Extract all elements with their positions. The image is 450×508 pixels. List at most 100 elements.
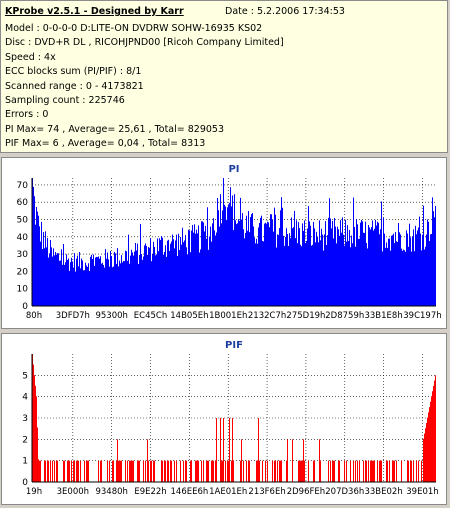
data-bar <box>404 250 405 306</box>
data-bar <box>199 252 200 306</box>
x-tick-label: 2D96FEh <box>287 487 325 497</box>
data-bar <box>317 236 318 306</box>
data-bar <box>47 238 48 306</box>
data-bar <box>416 460 417 482</box>
data-bar <box>312 244 313 306</box>
data-bar <box>157 238 158 306</box>
data-bar <box>226 219 227 306</box>
data-bar <box>240 460 241 482</box>
chart-title: PI <box>228 164 239 175</box>
pif-chart: PIF01234519h 3E000h 93480h E9E22h 146EE6h 1AE… <box>22 340 438 497</box>
data-bar <box>347 225 348 306</box>
data-bar <box>403 249 404 306</box>
data-bar <box>69 270 70 306</box>
data-bar <box>143 460 144 482</box>
data-bar <box>64 264 65 306</box>
x-tick-label: 33B1E8h <box>364 311 402 321</box>
data-bar <box>234 194 235 306</box>
data-bar <box>123 260 124 306</box>
data-bar <box>427 417 428 482</box>
data-bar <box>196 460 197 482</box>
data-bar <box>230 187 231 306</box>
data-bar <box>383 217 384 306</box>
x-tick-label: 93480h <box>95 487 127 497</box>
x-tick-label: 33BE02h <box>364 487 402 497</box>
data-bar <box>176 460 177 482</box>
data-bar <box>57 253 58 306</box>
data-bar <box>435 375 436 482</box>
data-bar <box>319 439 320 482</box>
data-bar <box>281 460 282 482</box>
data-bar <box>294 210 295 306</box>
data-bar <box>112 267 113 306</box>
data-bar <box>167 460 168 482</box>
data-bar <box>35 224 36 306</box>
data-bar <box>116 460 117 482</box>
data-bar <box>406 230 407 306</box>
data-bar <box>425 428 426 482</box>
data-bar <box>110 250 111 306</box>
data-bar <box>303 230 304 306</box>
data-bar <box>147 439 148 482</box>
data-bar <box>257 460 258 482</box>
data-bar <box>351 235 352 306</box>
data-bar <box>246 215 247 306</box>
data-bar <box>374 228 375 306</box>
data-bar <box>96 256 97 306</box>
data-bar <box>171 460 172 482</box>
data-bar <box>415 225 416 306</box>
data-bar <box>235 220 236 306</box>
data-bar <box>141 254 142 306</box>
data-bar <box>259 222 260 306</box>
data-bar <box>201 460 202 482</box>
y-tick-label: 3 <box>22 414 28 424</box>
data-bar <box>254 237 255 306</box>
data-bar <box>272 460 273 482</box>
data-bar <box>275 214 276 306</box>
data-bar <box>290 238 291 306</box>
data-bar <box>150 460 151 482</box>
data-bar <box>233 229 234 306</box>
data-bar <box>316 231 317 306</box>
data-bar <box>284 245 285 306</box>
y-tick-label: 4 <box>22 393 28 403</box>
data-bar <box>236 224 237 306</box>
data-bar <box>104 267 105 306</box>
data-bar <box>229 418 230 482</box>
data-bar <box>170 243 171 306</box>
data-bar <box>379 460 380 482</box>
data-bar <box>369 227 370 306</box>
data-bar <box>189 230 190 306</box>
data-bar <box>202 221 203 306</box>
data-bar <box>137 460 138 482</box>
data-bar <box>100 460 101 482</box>
data-bar <box>411 460 412 482</box>
data-bar <box>374 460 375 482</box>
data-bar <box>265 460 266 482</box>
data-bar <box>127 260 128 306</box>
data-bar <box>41 221 42 306</box>
data-bar <box>66 254 67 306</box>
data-bar <box>244 238 245 306</box>
data-bar <box>161 460 162 482</box>
data-bar <box>228 460 229 482</box>
data-bar <box>219 226 220 306</box>
data-bar <box>371 227 372 306</box>
x-tick-label: 213F6Eh <box>248 487 285 497</box>
data-bar <box>153 241 154 306</box>
data-bar <box>242 213 243 306</box>
data-bar <box>429 407 430 482</box>
data-bar <box>119 260 120 306</box>
data-bar <box>109 266 110 306</box>
data-bar <box>247 230 248 306</box>
data-bar <box>408 246 409 306</box>
data-bar <box>152 253 153 306</box>
data-bar <box>140 224 141 306</box>
data-bar <box>228 204 229 306</box>
data-bar <box>162 460 163 482</box>
data-bar <box>117 439 118 482</box>
data-bar <box>145 460 146 482</box>
info-speed: Speed : 4x <box>5 52 56 63</box>
data-bar <box>166 256 167 306</box>
data-bar <box>194 224 195 306</box>
